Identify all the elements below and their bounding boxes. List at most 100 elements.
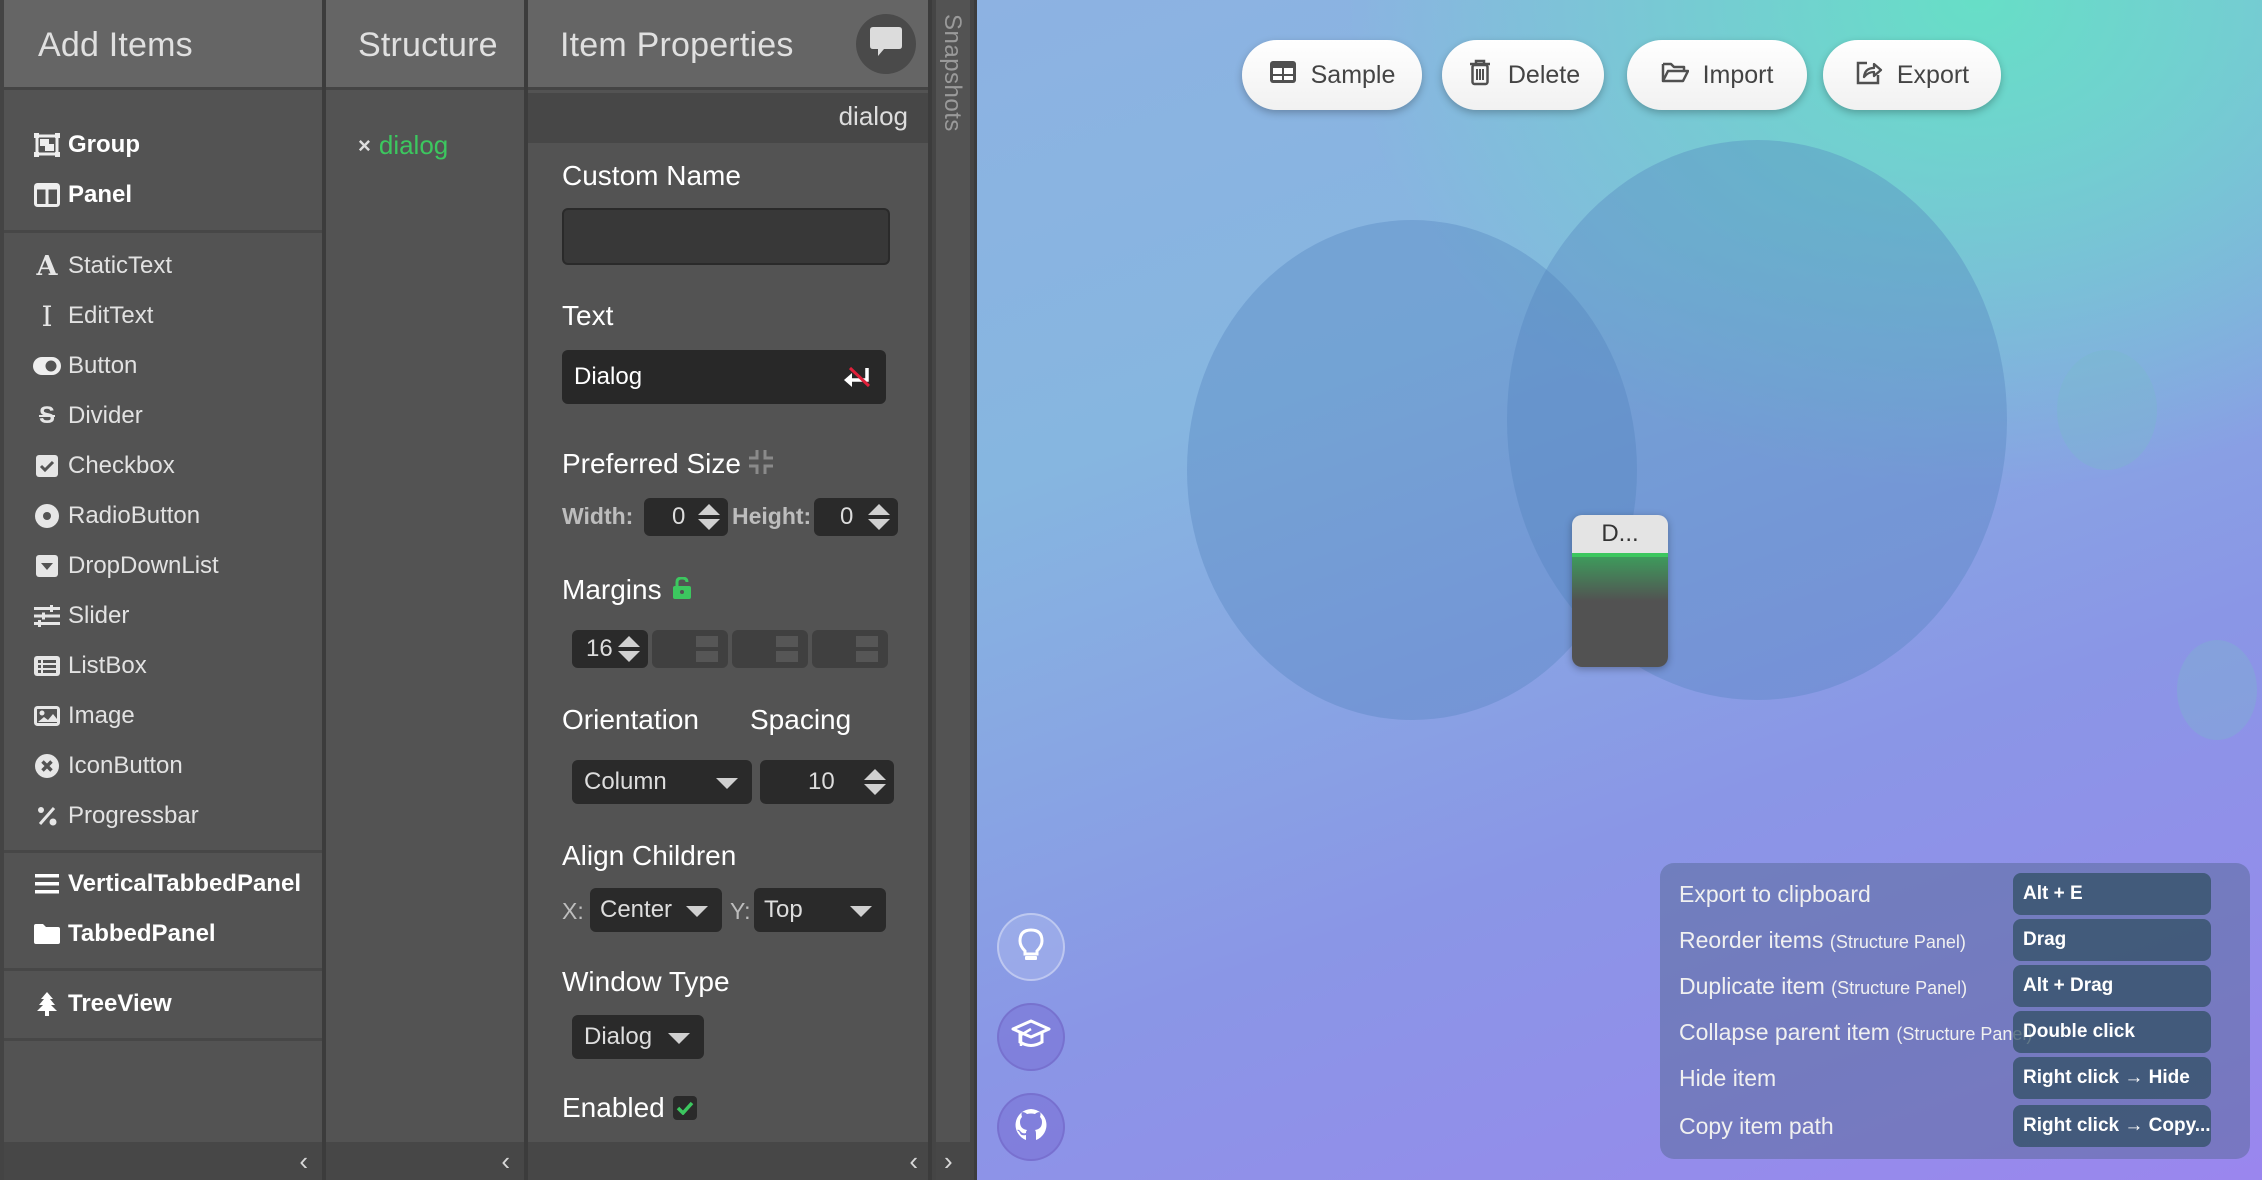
graduation-cap-icon — [1011, 1019, 1051, 1056]
add-item-iconbutton[interactable]: IconButton — [32, 746, 183, 786]
tree-item-dialog[interactable]: × dialog — [358, 130, 448, 161]
margin-spin-arrows-disabled — [696, 636, 718, 662]
align-y-select[interactable]: Top — [754, 888, 886, 932]
orientation-label: Orientation — [562, 704, 699, 735]
width-stepper[interactable]: 0 — [644, 498, 728, 536]
text-input[interactable]: Dialog — [562, 350, 886, 404]
add-item-label: TreeView — [68, 990, 172, 1017]
snapshots-tab[interactable]: Snapshots — [938, 14, 966, 132]
margin-right-stepper[interactable] — [652, 630, 728, 668]
align-y-label: Y: — [730, 898, 751, 924]
add-item-label: StaticText — [68, 252, 173, 279]
window-type-select[interactable]: Dialog — [572, 1015, 704, 1059]
add-item-label: DropDownList — [68, 552, 219, 579]
spacing-stepper[interactable]: 10 — [760, 760, 894, 804]
remove-item-icon[interactable]: × — [358, 133, 371, 159]
orientation-select[interactable]: Column — [572, 760, 752, 804]
height-stepper[interactable]: 0 — [814, 498, 898, 536]
delete-label: Delete — [1507, 60, 1581, 89]
compress-icon[interactable] — [748, 449, 773, 479]
add-item-group[interactable]: Group — [32, 125, 140, 165]
window-type-value: Dialog — [584, 1023, 653, 1050]
enabled-checkbox[interactable] — [672, 1096, 697, 1120]
item-group-tree: TreeView — [4, 971, 322, 1041]
custom-name-input[interactable] — [562, 208, 890, 265]
height-value: 0 — [840, 503, 854, 530]
trash-icon — [1466, 58, 1494, 93]
add-item-label: Panel — [68, 181, 133, 208]
add-item-tabbedpanel[interactable]: TabbedPanel — [32, 914, 216, 954]
add-item-edittext[interactable]: I EditText — [32, 296, 153, 336]
add-item-dropdownlist[interactable]: DropDownList — [32, 546, 219, 586]
align-children-label: Align Children — [562, 840, 737, 871]
background-balloon — [2057, 350, 2157, 470]
properties-title: Item Properties — [560, 26, 794, 64]
shortcuts-panel: Export to clipboard Alt + E Reorder item… — [1660, 863, 2250, 1159]
spacing-spin-arrows[interactable] — [864, 769, 886, 795]
percent-icon — [32, 801, 62, 831]
dialog-preview-title: D... — [1572, 515, 1668, 557]
add-item-divider[interactable]: S Divider — [32, 396, 143, 436]
background-balloon — [2177, 640, 2257, 740]
add-items-panel: Add Items Group Panel A StaticText I Edi… — [0, 0, 322, 1180]
export-button[interactable]: Export — [1823, 40, 2001, 110]
add-item-verticaltabbedpanel[interactable]: VerticalTabbedPanel — [32, 864, 301, 904]
image-icon — [32, 701, 62, 731]
add-item-panel[interactable]: Panel — [32, 175, 132, 215]
tips-button[interactable] — [997, 913, 1065, 981]
width-value: 0 — [672, 503, 686, 530]
item-group-tabbed: VerticalTabbedPanel TabbedPanel — [4, 853, 322, 971]
align-y-value: Top — [764, 896, 803, 923]
preferred-size-heading: Preferred Size — [562, 448, 773, 480]
enabled-label: Enabled — [562, 1092, 665, 1123]
static-text-icon: A — [36, 250, 58, 282]
add-item-checkbox[interactable]: Checkbox — [32, 446, 175, 486]
add-item-image[interactable]: Image — [32, 696, 135, 736]
unlock-icon[interactable] — [672, 575, 692, 604]
margins-label: Margins — [562, 574, 662, 605]
add-item-button[interactable]: Button — [32, 346, 137, 386]
sample-button[interactable]: Sample — [1242, 40, 1422, 110]
tree-icon — [32, 989, 62, 1019]
spacing-label: Spacing — [750, 704, 852, 735]
add-item-radiobutton[interactable]: RadioButton — [32, 496, 200, 536]
folder-icon — [32, 919, 62, 949]
margin-bottom-stepper[interactable] — [732, 630, 808, 668]
radio-icon — [32, 501, 62, 531]
margin-spin-arrows[interactable] — [618, 636, 640, 662]
width-spin-arrows[interactable] — [698, 504, 720, 530]
add-item-label: VerticalTabbedPanel — [68, 870, 301, 897]
dropdown-icon — [32, 551, 62, 581]
add-item-slider[interactable]: Slider — [32, 596, 129, 636]
add-item-label: Image — [68, 702, 135, 729]
dialog-preview[interactable]: D... — [1572, 515, 1668, 667]
shortcut-keys: Double click — [2013, 1011, 2211, 1053]
margin-spin-arrows-disabled — [776, 636, 798, 662]
margin-top-stepper[interactable]: 16 — [572, 630, 648, 668]
height-spin-arrows[interactable] — [868, 504, 890, 530]
expand-snapshots-button[interactable]: › — [944, 1146, 953, 1176]
add-items-title: Add Items — [38, 26, 193, 64]
collapse-structure-button[interactable]: ‹ — [501, 1146, 510, 1176]
preferred-size-label: Preferred Size — [562, 448, 741, 479]
chevron-down-icon — [668, 1033, 690, 1044]
shortcut-row: Copy item path Right click → Copy... — [1660, 1105, 2250, 1149]
add-item-listbox[interactable]: ListBox — [32, 646, 147, 686]
tutorial-button[interactable] — [997, 1003, 1065, 1071]
feedback-button[interactable] — [856, 14, 916, 74]
collapse-properties-button[interactable]: ‹ — [909, 1146, 918, 1176]
github-button[interactable] — [997, 1093, 1065, 1161]
align-x-select[interactable]: Center — [590, 888, 722, 932]
table-icon — [1269, 58, 1297, 93]
import-button[interactable]: Import — [1627, 40, 1807, 110]
collapse-add-items-button[interactable]: ‹ — [299, 1146, 308, 1176]
no-linebreak-icon[interactable] — [842, 364, 872, 397]
add-item-statictext[interactable]: A StaticText — [32, 246, 173, 286]
shortcut-row: Collapse parent item (Structure Panel) D… — [1660, 1011, 2250, 1055]
margin-left-stepper[interactable] — [812, 630, 888, 668]
delete-button[interactable]: Delete — [1442, 40, 1604, 110]
add-item-progressbar[interactable]: Progressbar — [32, 796, 199, 836]
tree-item-name[interactable]: dialog — [379, 130, 448, 161]
add-item-label: Checkbox — [68, 452, 175, 479]
add-item-treeview[interactable]: TreeView — [32, 984, 172, 1024]
